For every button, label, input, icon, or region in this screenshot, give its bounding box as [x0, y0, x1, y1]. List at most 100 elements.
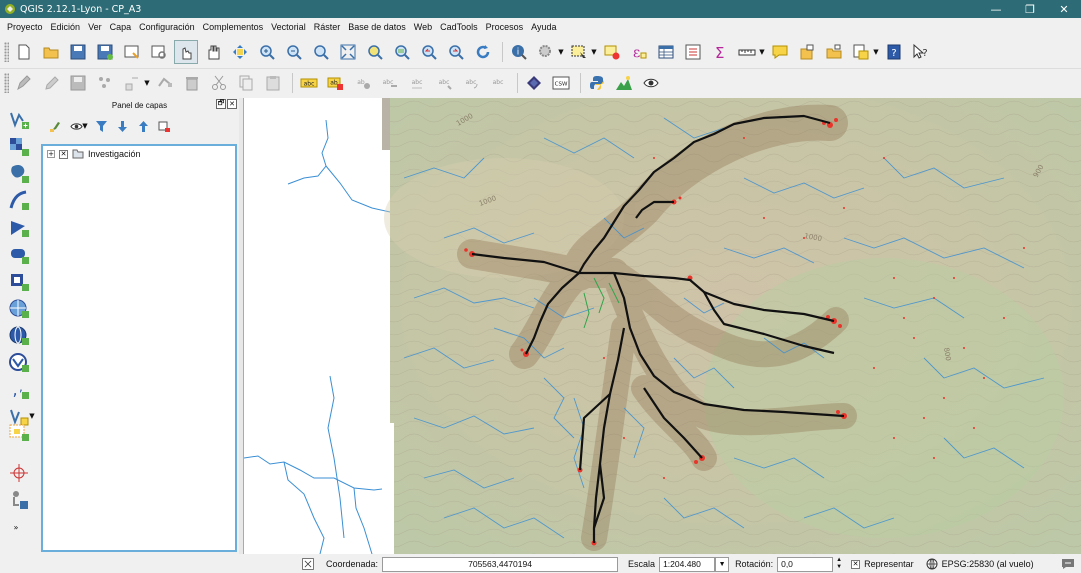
toolbar-grip[interactable]: [4, 41, 9, 62]
label-properties-button[interactable]: ab: [324, 71, 348, 95]
scale-combobox[interactable]: 1:204.480: [659, 556, 716, 572]
add-spatialite-layer-button[interactable]: [7, 189, 31, 213]
text-annotation-button[interactable]: [849, 40, 873, 64]
identify-button[interactable]: i: [507, 40, 531, 64]
select-by-expression-button[interactable]: ε: [627, 40, 651, 64]
move-label-button[interactable]: abc: [432, 71, 456, 95]
menu-procesos[interactable]: Procesos: [482, 22, 528, 32]
zoom-in-button[interactable]: [255, 40, 279, 64]
copy-features-button[interactable]: [234, 71, 258, 95]
add-wms-layer-button[interactable]: [7, 297, 31, 321]
menu-base-de-datos[interactable]: Base de datos: [344, 22, 410, 32]
zoom-next-button[interactable]: [444, 40, 468, 64]
help-contents-button[interactable]: ?: [882, 40, 906, 64]
menu-vectorial[interactable]: Vectorial: [267, 22, 310, 32]
run-feature-action-button[interactable]: [534, 40, 558, 64]
add-wcs-layer-button[interactable]: [7, 324, 31, 348]
map-canvas[interactable]: 1000 900 1000 800 1000: [243, 98, 1081, 554]
composer-manager-button[interactable]: [147, 40, 171, 64]
collapse-all-button[interactable]: [133, 116, 153, 136]
add-mssql-layer-button[interactable]: [7, 216, 31, 240]
float-panel-button[interactable]: 🗗: [216, 99, 226, 109]
select-features-button[interactable]: [567, 40, 591, 64]
messages-icon[interactable]: [1061, 558, 1075, 570]
zoom-to-selection-button[interactable]: [363, 40, 387, 64]
statistical-summary-button[interactable]: Σ: [708, 40, 732, 64]
move-feature-button[interactable]: [120, 71, 144, 95]
save-project-button[interactable]: [66, 40, 90, 64]
rotate-label-button[interactable]: abc: [459, 71, 483, 95]
more-tools-chevron[interactable]: »: [12, 523, 20, 532]
refresh-button[interactable]: [471, 40, 495, 64]
pan-to-selection-button[interactable]: [228, 40, 252, 64]
csw-button[interactable]: CSW: [549, 71, 573, 95]
add-virtual-layer-button[interactable]: [7, 420, 31, 444]
attribute-table-button[interactable]: [654, 40, 678, 64]
whats-this-button[interactable]: ?: [909, 40, 933, 64]
map-tips-button[interactable]: [768, 40, 792, 64]
remove-layer-button[interactable]: [154, 116, 174, 136]
rotation-spinbox[interactable]: 0,0: [777, 556, 834, 572]
map-swipe-eye-button[interactable]: [639, 71, 663, 95]
menu-capa[interactable]: Capa: [106, 22, 136, 32]
change-label-button[interactable]: abc: [486, 71, 510, 95]
menu-complementos[interactable]: Complementos: [199, 22, 268, 32]
measure-line-button[interactable]: [735, 40, 759, 64]
add-feature-button[interactable]: [93, 71, 117, 95]
filter-legend-button[interactable]: [91, 116, 111, 136]
cut-features-button[interactable]: [207, 71, 231, 95]
python-console-button[interactable]: [585, 71, 609, 95]
scale-dropdown-button[interactable]: ▼: [715, 556, 730, 572]
highlight-pinned-labels-button[interactable]: ab: [351, 71, 375, 95]
zoom-native-button[interactable]: [309, 40, 333, 64]
layer-labeling-button[interactable]: abc: [297, 71, 321, 95]
coordinate-field[interactable]: 705563,4470194: [382, 556, 619, 572]
add-oracle-layer-button[interactable]: [7, 243, 31, 267]
show-bookmarks-button[interactable]: [822, 40, 846, 64]
touch-zoom-pan-button[interactable]: [174, 39, 198, 64]
chevron-down-icon[interactable]: ▼: [758, 48, 766, 56]
new-bookmark-button[interactable]: [795, 40, 819, 64]
show-hide-labels-button[interactable]: abc: [405, 71, 429, 95]
chevron-down-icon[interactable]: ▼: [557, 48, 565, 56]
maximize-button[interactable]: ❐: [1013, 0, 1047, 18]
toggle-extents-button[interactable]: [300, 556, 316, 572]
save-edits-button[interactable]: [66, 71, 90, 95]
menu-proyecto[interactable]: Proyecto: [3, 22, 47, 32]
add-wfs-layer-button[interactable]: [7, 351, 31, 375]
open-project-button[interactable]: [39, 40, 63, 64]
crs-globe-icon[interactable]: [926, 558, 938, 570]
menu-raster[interactable]: Ráster: [310, 22, 345, 32]
manage-map-themes-button[interactable]: [66, 116, 86, 136]
current-edits-button[interactable]: [12, 71, 36, 95]
add-vector-layer-button[interactable]: [7, 108, 31, 132]
expand-toggle[interactable]: +: [47, 150, 55, 158]
layer-visibility-checkbox[interactable]: ✕: [59, 149, 68, 159]
close-window-button[interactable]: ✕: [1047, 0, 1081, 18]
new-project-button[interactable]: [12, 40, 36, 64]
deselect-button[interactable]: [600, 40, 624, 64]
expand-all-button[interactable]: [112, 116, 132, 136]
crs-label[interactable]: EPSG:25830 (al vuelo): [942, 559, 1034, 569]
zoom-last-button[interactable]: [417, 40, 441, 64]
chevron-down-icon[interactable]: ▼: [872, 48, 880, 56]
menu-edicion[interactable]: Edición: [47, 22, 85, 32]
chevron-down-icon[interactable]: ▼: [143, 79, 151, 87]
zoom-to-layer-button[interactable]: [390, 40, 414, 64]
menu-web[interactable]: Web: [410, 22, 436, 32]
add-delimited-text-button[interactable]: ,,: [7, 378, 31, 402]
terrain-profile-button[interactable]: [612, 71, 636, 95]
add-postgis-layer-button[interactable]: [7, 162, 31, 186]
zoom-out-button[interactable]: [282, 40, 306, 64]
field-calculator-button[interactable]: [681, 40, 705, 64]
menu-ver[interactable]: Ver: [84, 22, 106, 32]
toolbar-grip[interactable]: [4, 72, 9, 93]
add-gps-layer-button[interactable]: [7, 488, 31, 512]
zoom-full-button[interactable]: [336, 40, 360, 64]
menu-cadtools[interactable]: CadTools: [436, 22, 482, 32]
layer-tree[interactable]: + ✕ Investigación: [41, 144, 237, 552]
toggle-editing-button[interactable]: [39, 71, 63, 95]
save-as-button[interactable]: [93, 40, 117, 64]
add-geometry-checker-button[interactable]: [7, 461, 31, 485]
minimize-button[interactable]: —: [979, 0, 1013, 18]
